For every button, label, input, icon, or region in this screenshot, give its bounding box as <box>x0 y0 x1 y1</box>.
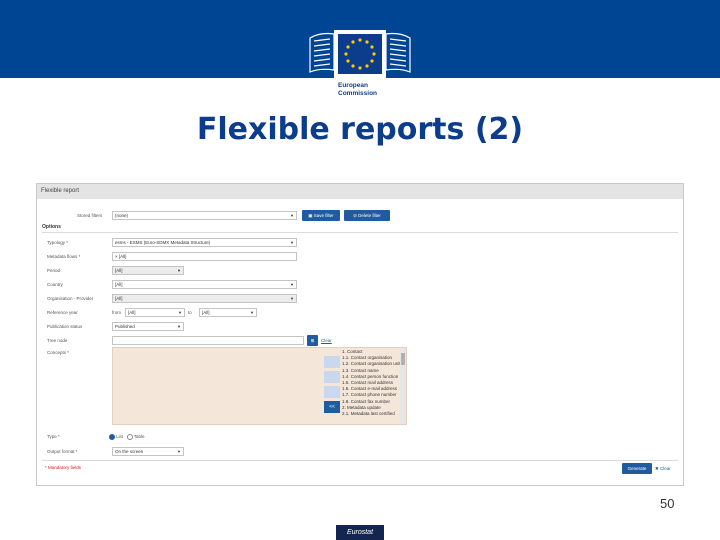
page-number: 50 <box>660 496 675 511</box>
stored-filters-label: Stored filters <box>77 213 103 218</box>
save-filter-label: Save filter <box>313 213 334 218</box>
mandatory-note: * Mandatory fields <box>45 465 82 470</box>
publication-status-label: Publication status <box>47 324 83 329</box>
publication-status-value: Published <box>115 324 135 329</box>
logo-text-line1: European <box>338 82 368 89</box>
concept-list-scrollbar[interactable] <box>400 348 406 424</box>
chevron-down-icon: ▼ <box>290 240 294 245</box>
chevron-down-icon: ▼ <box>178 310 182 315</box>
stored-filters-value: (none) <box>115 213 129 218</box>
tree-icon: ⊞ <box>310 338 315 343</box>
clear-link[interactable]: ✖ Clear <box>655 466 671 472</box>
flexible-report-panel: Flexible report Stored filters (none) ▼ … <box>36 183 684 486</box>
publication-status-select[interactable]: Published ▼ <box>112 322 184 331</box>
typology-value: esms - ESMS (Euro-SDMX Metadata Structur… <box>115 240 211 245</box>
output-format-select[interactable]: On the screen ▼ <box>112 447 184 456</box>
options-divider <box>42 232 678 233</box>
reference-year-from-value: [All] <box>128 310 136 315</box>
chevron-down-icon: ▼ <box>177 449 181 454</box>
move-all-right-button[interactable] <box>324 386 340 398</box>
typology-label: Typology * <box>47 240 69 245</box>
organisation-label: Organisation - Provider <box>47 296 94 301</box>
tree-node-clear-link[interactable]: Clear <box>321 338 332 343</box>
list-item[interactable]: 2.1. Metadata last certified <box>342 411 400 417</box>
output-format-value: On the screen <box>115 449 144 454</box>
reference-year-to-label: to <box>188 310 192 315</box>
organisation-select[interactable]: [All] ▼ <box>112 294 297 303</box>
reference-year-to-select[interactable]: [All] ▼ <box>199 308 257 317</box>
options-heading: Options <box>42 224 61 230</box>
generate-button[interactable]: Generate <box>622 463 652 474</box>
type-table-radio[interactable] <box>126 434 133 440</box>
type-list-radio[interactable] <box>109 434 115 440</box>
chevron-down-icon: ▼ <box>290 213 294 218</box>
tree-node-input[interactable] <box>112 336 304 345</box>
reference-year-label: Reference year <box>47 310 78 315</box>
country-label: Country <box>47 282 63 287</box>
list-item[interactable]: 1.7. Contact phone number <box>342 392 400 398</box>
delete-filter-button[interactable]: ⊘ Delete filter <box>344 210 390 221</box>
move-all-left-button[interactable]: << <box>324 401 340 413</box>
concepts-label: Concepts * <box>47 350 70 355</box>
logo-text-line2: Commission <box>338 90 377 97</box>
chevron-down-icon: ▼ <box>250 310 254 315</box>
tree-icon-button[interactable]: ⊞ <box>307 335 318 346</box>
concept-list[interactable]: 1. Contact 1.1. Contact organisation 1.2… <box>342 349 400 423</box>
country-select[interactable]: [All] ▼ <box>112 280 297 289</box>
save-filter-button[interactable]: ▣ Save filter <box>302 210 340 221</box>
reference-year-from-label: from <box>112 310 121 315</box>
metadata-flows-label: Metadata flows * <box>47 254 81 259</box>
chevron-down-icon: ▼ <box>290 282 294 287</box>
panel-title: Flexible report <box>37 184 683 199</box>
period-label: Period <box>47 268 61 273</box>
period-select[interactable]: [All] ▼ <box>112 266 184 275</box>
type-label: Type * <box>47 434 60 439</box>
output-format-label: Output format * <box>47 449 78 454</box>
typology-select[interactable]: esms - ESMS (Euro-SDMX Metadata Structur… <box>112 238 297 247</box>
reference-year-to-value: [All] <box>202 310 210 315</box>
country-value: [All] <box>115 282 123 287</box>
chevron-down-icon: ▼ <box>290 296 294 301</box>
move-right-button[interactable] <box>324 356 340 368</box>
organisation-value: [All] <box>115 296 123 301</box>
reference-year-from-select[interactable]: [All] ▼ <box>125 308 185 317</box>
period-value: [All] <box>115 268 123 273</box>
stored-filters-select[interactable]: (none) ▼ <box>112 211 297 220</box>
scrollbar-thumb[interactable] <box>401 353 405 365</box>
delete-filter-label: Delete filter <box>358 213 381 218</box>
european-commission-logo: European Commission <box>309 30 411 100</box>
type-list-label: List <box>116 434 124 440</box>
chevron-down-icon: ▼ <box>177 268 181 273</box>
type-table-label: Table <box>133 434 145 440</box>
move-left-button[interactable] <box>324 371 340 383</box>
concepts-selector: << 1. Contact 1.1. Contact organisation … <box>112 347 407 425</box>
chevron-down-icon: ▼ <box>177 324 181 329</box>
metadata-flows-input[interactable]: × [All] <box>112 252 297 261</box>
eurostat-badge: Eurostat <box>336 525 384 540</box>
metadata-flows-value: × [All] <box>115 254 127 259</box>
type-radio-group: List Table <box>109 434 145 440</box>
list-item[interactable]: 1.2. Contact organisation unit <box>342 361 400 367</box>
clear-label: Clear <box>660 466 671 471</box>
slide-title: Flexible reports (2) <box>196 112 524 147</box>
tree-node-label: Tree node <box>47 338 68 343</box>
footer-divider <box>42 460 678 461</box>
